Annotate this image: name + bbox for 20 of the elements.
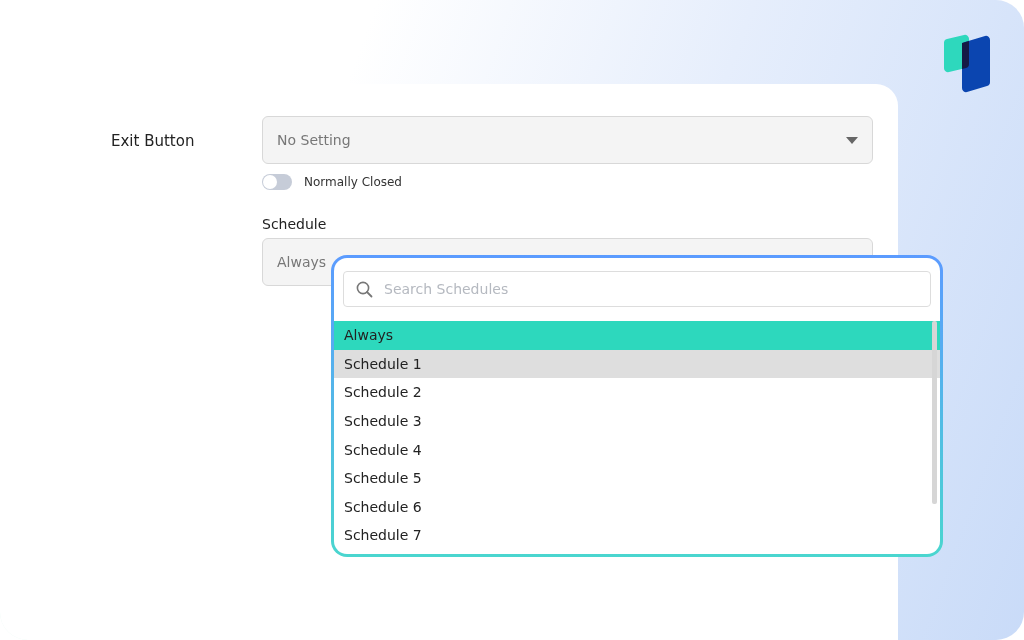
- dropdown-item[interactable]: Schedule 4: [334, 435, 940, 464]
- search-icon: [356, 281, 373, 298]
- dropdown-item[interactable]: Schedule 5: [334, 463, 940, 493]
- dropdown-item[interactable]: Schedule 7: [334, 521, 940, 550]
- select-value: No Setting: [277, 132, 351, 148]
- dropdown-item[interactable]: Schedule 6: [334, 492, 940, 522]
- caret-icon: [846, 136, 858, 144]
- dropdown-item[interactable]: Schedule 2: [334, 378, 940, 407]
- field-label: Exit Button: [111, 131, 196, 152]
- scrollbar[interactable]: [932, 321, 937, 504]
- dropdown-item[interactable]: Schedule 1: [334, 349, 940, 379]
- dropdown-item[interactable]: Schedule 3: [334, 406, 940, 436]
- search-field[interactable]: Search Schedules: [343, 271, 931, 307]
- exit-button-select[interactable]: No Setting: [262, 116, 873, 164]
- select-value: Always: [277, 254, 327, 270]
- dropdown-item[interactable]: Always: [334, 321, 940, 350]
- field-label: Schedule: [262, 216, 328, 232]
- toggle-switch[interactable]: [262, 174, 292, 190]
- toggle-label: Normally Closed: [304, 175, 402, 189]
- logo-icon: [942, 34, 992, 94]
